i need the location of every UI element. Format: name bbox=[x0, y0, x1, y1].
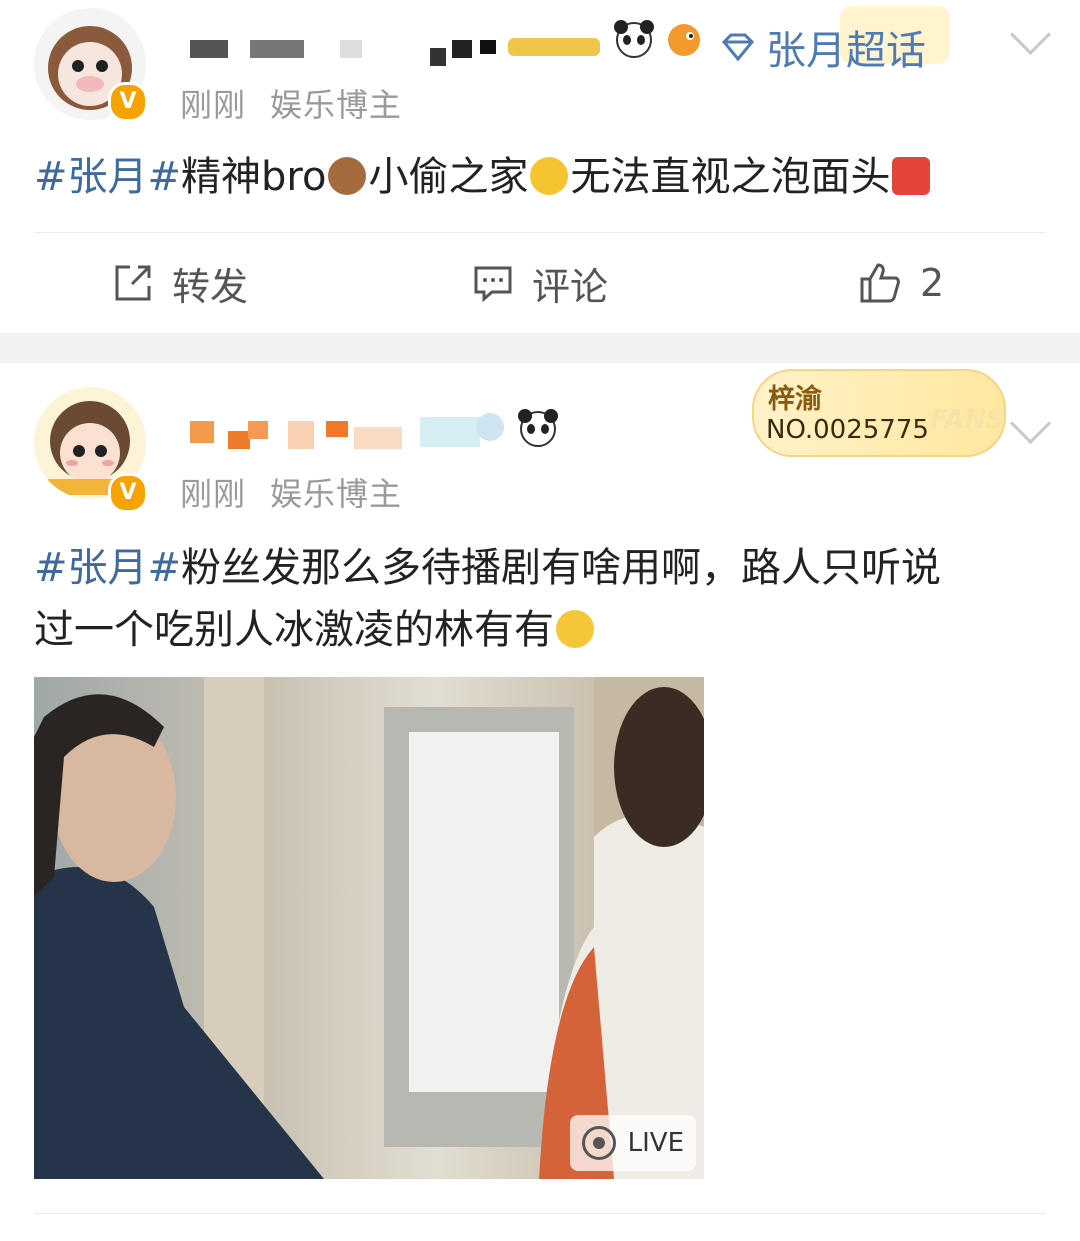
username-obscured[interactable] bbox=[190, 407, 520, 455]
post-text: #张月#粉丝发那么多待播剧有啥用啊，路人只听说 过一个吃别人冰激凌的林有有 bbox=[34, 537, 941, 661]
panda-emoji-icon bbox=[612, 18, 656, 58]
feed-separator bbox=[0, 333, 1080, 363]
fans-badge-label: FANS bbox=[930, 405, 1006, 435]
fish-emoji-icon bbox=[662, 18, 706, 58]
post-bottom-divider bbox=[34, 1213, 1046, 1214]
post-text-line: #张月#粉丝发那么多待播剧有啥用啊，路人只听说 bbox=[34, 537, 941, 599]
supertopic-label: 张月超话 bbox=[766, 28, 926, 74]
post-text-line: 过一个吃别人冰激凌的林有有 bbox=[34, 599, 941, 661]
laugh-cry-emoji-icon bbox=[556, 610, 594, 648]
like-button[interactable]: 2 bbox=[858, 258, 944, 308]
user-role: 娱乐博主 bbox=[270, 475, 403, 513]
verified-badge-icon: V bbox=[108, 82, 148, 122]
video-frame-image bbox=[34, 677, 704, 1179]
post-text-part: 无法直视之泡面头 bbox=[570, 154, 891, 200]
post-time: 刚刚 bbox=[180, 475, 247, 513]
chevron-down-icon[interactable] bbox=[1009, 13, 1052, 56]
post-text-part: 小偷之家 bbox=[368, 154, 529, 200]
fans-badge-name: 梓渝 bbox=[768, 384, 822, 415]
live-badge: LIVE bbox=[569, 1115, 696, 1171]
fans-badge[interactable]: 梓渝 NO.0025775 FANS bbox=[752, 369, 1006, 457]
like-count: 2 bbox=[920, 261, 945, 305]
live-label: LIVE bbox=[627, 1128, 684, 1158]
repost-button[interactable]: 转发 bbox=[112, 258, 249, 309]
hashtag-link[interactable]: #张月# bbox=[34, 545, 181, 591]
action-divider bbox=[34, 232, 1046, 233]
panda-emoji-icon bbox=[516, 407, 560, 447]
post-text: #张月#精神bro 小偷之家 无法直视之泡面头 bbox=[34, 146, 932, 208]
sticker-emoji-icon bbox=[892, 157, 931, 195]
chevron-down-icon[interactable] bbox=[1009, 402, 1052, 445]
post-text-part: 精神bro bbox=[181, 154, 327, 200]
diamond-icon bbox=[721, 33, 755, 62]
comment-icon bbox=[474, 266, 512, 303]
post-text-part: 粉丝发那么多待播剧有啥用啊，路人只听说 bbox=[181, 545, 942, 591]
post-text-part: 过一个吃别人冰激凌的林有有 bbox=[34, 607, 554, 653]
post-meta: 刚刚 娱乐博主 bbox=[180, 469, 426, 515]
shush-emoji-icon bbox=[530, 157, 569, 195]
supertopic-link[interactable]: 张月超话 bbox=[720, 18, 926, 76]
post-meta: 刚刚 娱乐博主 bbox=[180, 80, 426, 126]
repost-icon bbox=[115, 265, 151, 301]
weibo-post-1: V 张月超话 刚刚 娱乐博主 #张月#精神bro 小偷之家 无法直视之泡面头 转… bbox=[0, 0, 1080, 333]
post-time: 刚刚 bbox=[180, 86, 247, 124]
monkey-emoji-icon bbox=[328, 157, 367, 195]
hashtag-link[interactable]: #张月# bbox=[34, 154, 181, 200]
comment-button[interactable]: 评论 bbox=[472, 258, 609, 309]
live-icon bbox=[581, 1126, 616, 1160]
thumbs-up-icon bbox=[860, 263, 900, 303]
comment-label: 评论 bbox=[532, 264, 609, 309]
fans-badge-number: NO.0025775 bbox=[766, 415, 929, 445]
user-role: 娱乐博主 bbox=[270, 86, 403, 124]
repost-label: 转发 bbox=[172, 264, 249, 309]
verified-badge-icon: V bbox=[108, 473, 148, 513]
weibo-post-2: V 梓渝 NO.0025775 FANS 刚刚 娱乐博主 #张月#粉丝发那么多待播… bbox=[0, 363, 1080, 1241]
live-photo[interactable]: LIVE bbox=[34, 677, 704, 1179]
username-obscured[interactable] bbox=[190, 38, 610, 68]
